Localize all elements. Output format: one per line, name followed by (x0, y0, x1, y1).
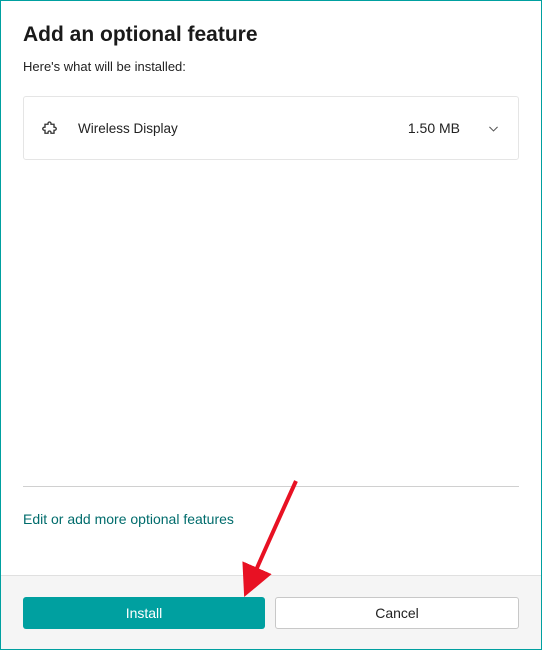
edit-add-features-link[interactable]: Edit or add more optional features (23, 511, 234, 527)
link-section: Edit or add more optional features (23, 486, 519, 529)
puzzle-icon (42, 119, 60, 137)
feature-name: Wireless Display (78, 121, 390, 136)
chevron-down-icon (486, 121, 500, 135)
dialog-footer: Install Cancel (1, 575, 541, 649)
feature-row[interactable]: Wireless Display 1.50 MB (23, 96, 519, 160)
dialog-subtitle: Here's what will be installed: (23, 59, 519, 74)
dialog-title: Add an optional feature (23, 23, 519, 47)
install-button[interactable]: Install (23, 597, 265, 629)
cancel-button[interactable]: Cancel (275, 597, 519, 629)
feature-size: 1.50 MB (408, 120, 460, 136)
